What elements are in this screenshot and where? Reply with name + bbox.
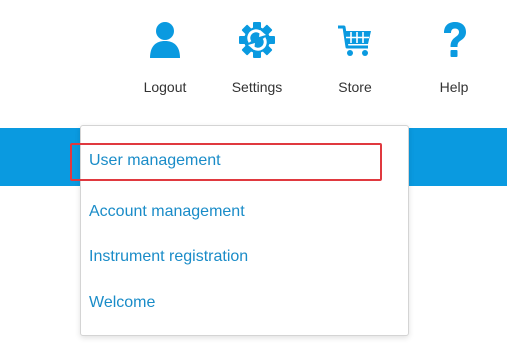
settings-label: Settings — [231, 79, 283, 95]
logout-button[interactable]: Logout — [127, 18, 203, 95]
settings-dropdown-menu: User management Account management Instr… — [80, 125, 409, 336]
help-label: Help — [439, 79, 469, 95]
settings-button[interactable]: Settings — [219, 18, 295, 95]
menu-item-welcome[interactable]: Welcome — [89, 294, 155, 312]
menu-item-instrument-registration[interactable]: Instrument registration — [89, 248, 248, 266]
store-button[interactable]: Store — [317, 18, 393, 95]
gear-icon — [219, 18, 295, 64]
help-icon — [416, 18, 492, 64]
cart-icon — [317, 18, 393, 64]
store-label: Store — [338, 79, 372, 95]
logout-label: Logout — [143, 79, 187, 95]
menu-item-account-management[interactable]: Account management — [89, 203, 245, 221]
menu-item-user-management[interactable]: User management — [89, 152, 221, 170]
user-icon — [127, 18, 203, 64]
help-button[interactable]: Help — [416, 18, 492, 95]
